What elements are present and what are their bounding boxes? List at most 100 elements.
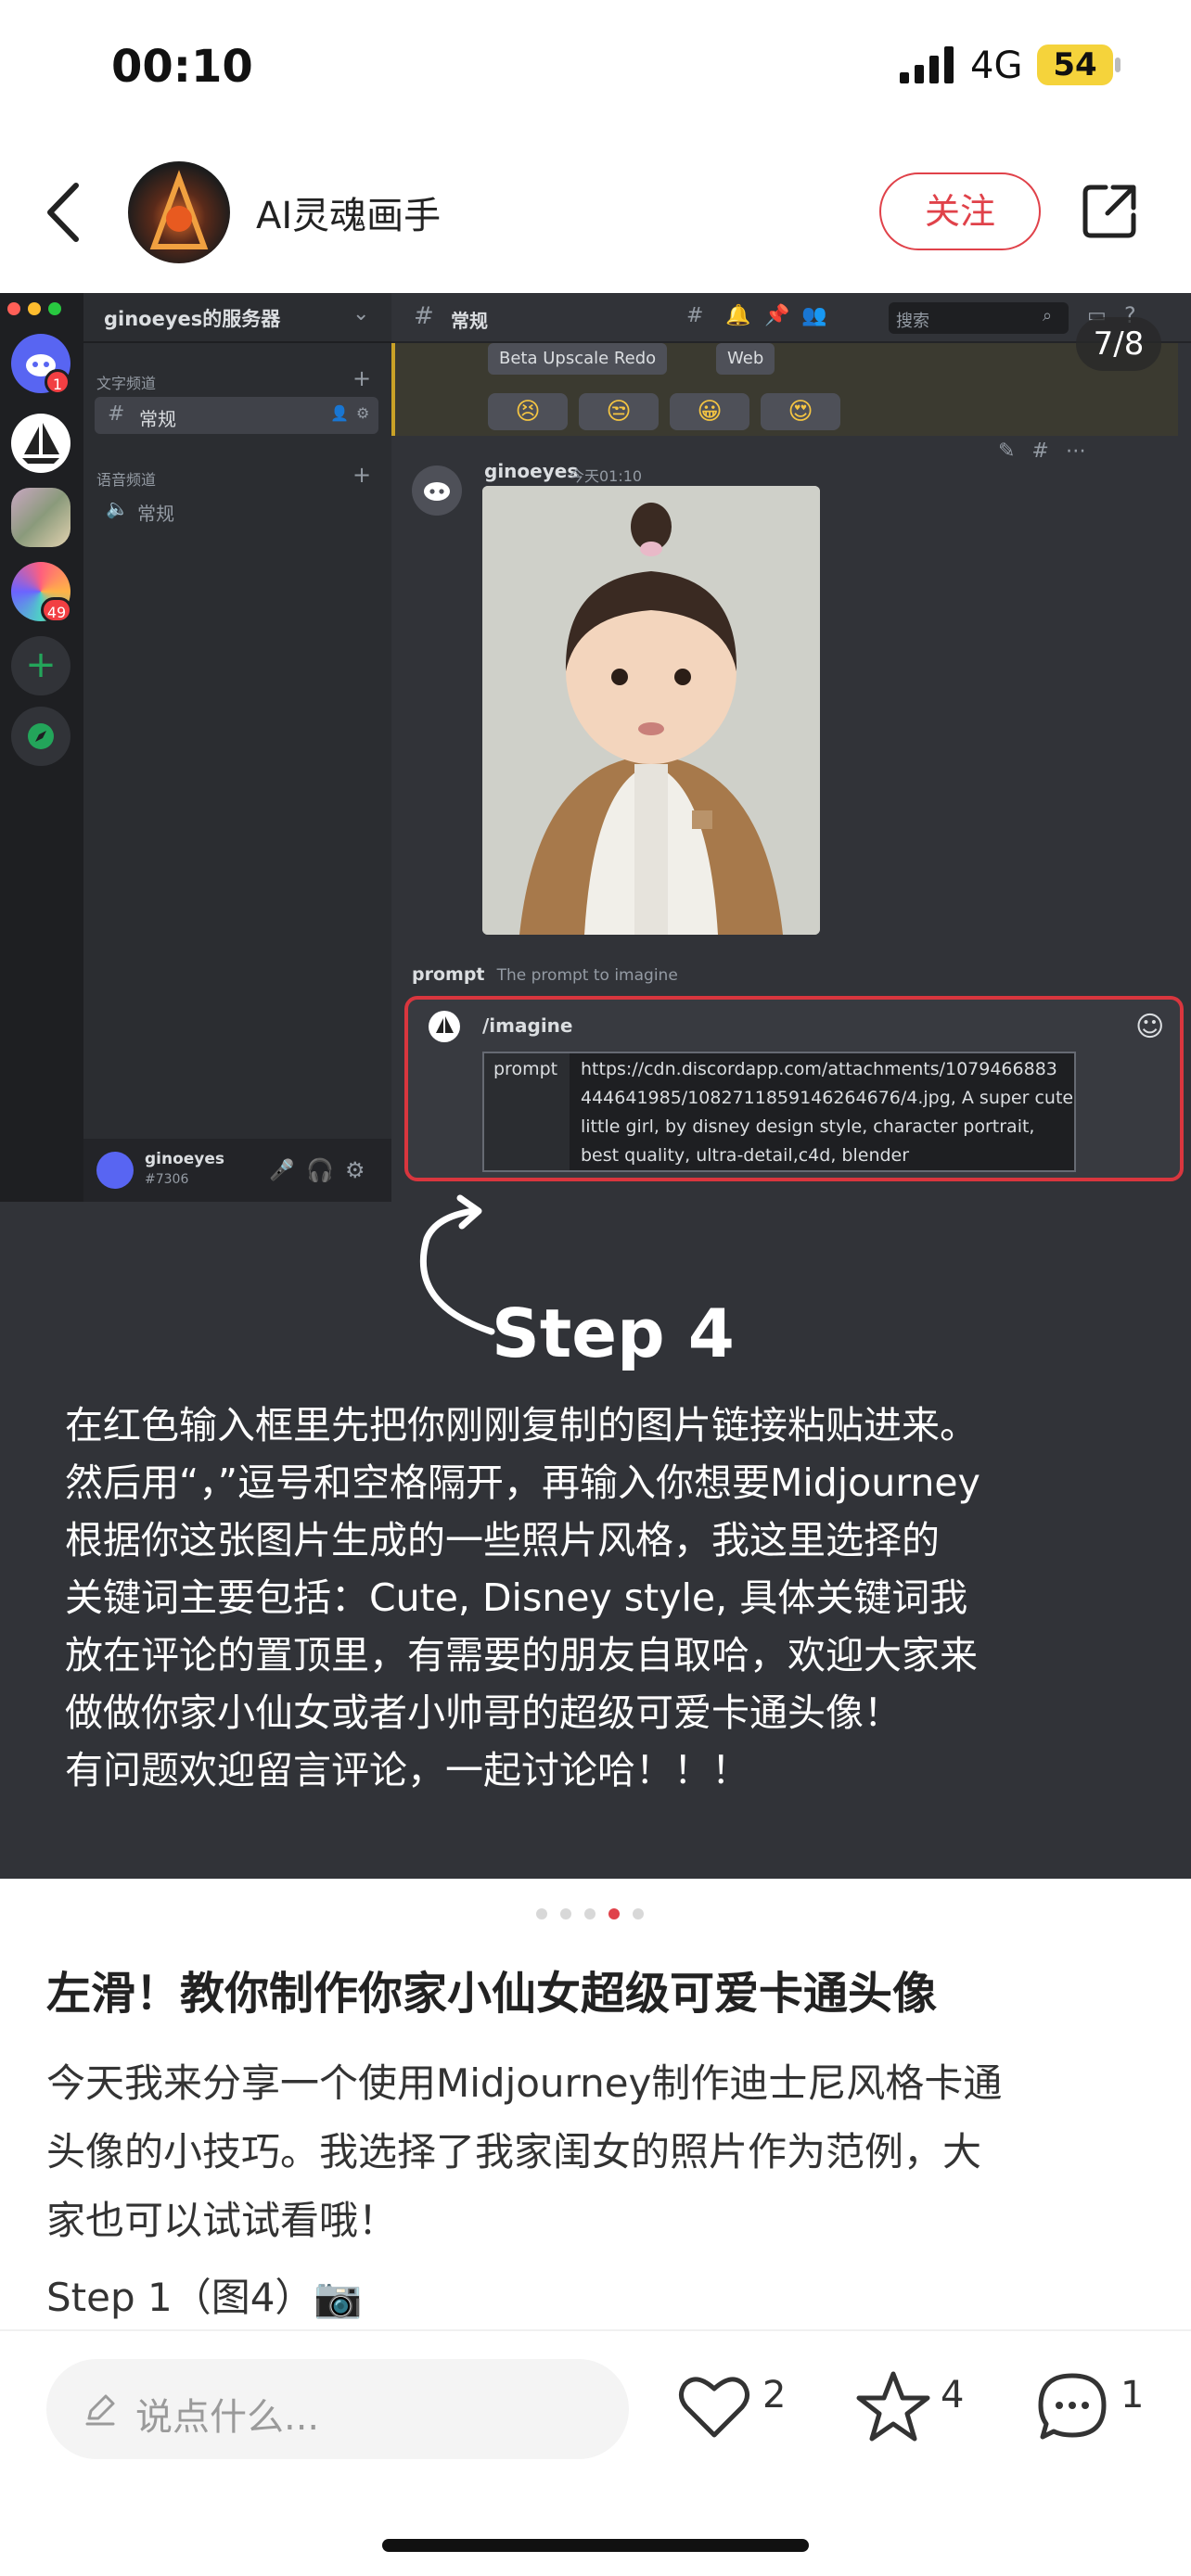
prompt-line: 444641985/1082711859146264676/4.jpg, A s… [581, 1088, 1074, 1108]
bell-icon[interactable]: 🔔 [725, 304, 750, 327]
post-body-line: 头像的小技巧。我选择了我家闺女的照片作为范例，大 [46, 2129, 982, 2174]
server-badge: 49 [41, 597, 72, 623]
caption-line: 在红色输入框里先把你刚刚复制的图片链接粘贴进来。 [65, 1403, 978, 1447]
web-button[interactable]: Web [716, 343, 775, 375]
comment-placeholder: 说点什么... [135, 2396, 320, 2439]
chevron-down-icon[interactable]: ⌄ [352, 302, 369, 325]
add-server-icon[interactable]: + [11, 636, 70, 695]
image-counter: 7/8 [1076, 317, 1161, 371]
author-name[interactable]: AI灵魂画手 [256, 185, 441, 239]
carousel-dot[interactable] [633, 1908, 644, 1919]
reaction-persevere[interactable]: 😣 [488, 393, 568, 430]
caption-line: 根据你这张图片生成的一些照片风格，我这里选择的 [65, 1518, 940, 1562]
screen: 00:10 4G 54 AI灵魂画手 关注 1 49 + ginoeyes的服务… [0, 0, 1191, 2576]
signal-icon [900, 46, 954, 83]
post-body-line: 家也可以试试看哦！ [46, 2198, 398, 2243]
battery-icon: 54 [1037, 45, 1113, 85]
carousel-dot[interactable] [536, 1908, 547, 1919]
add-voice-channel-icon[interactable]: + [352, 462, 371, 488]
reaction-unamused[interactable]: 😒 [579, 393, 659, 430]
carousel-dot-active[interactable] [608, 1908, 620, 1919]
favorite-count[interactable]: 4 [941, 2374, 964, 2417]
search-icon: ⌕ [1043, 306, 1053, 325]
text-category[interactable]: 文字频道 [96, 371, 156, 393]
step-label: Step 4 [492, 1294, 735, 1372]
discord-channel-list: ginoeyes的服务器 ⌄ 文字频道 + # 常规 👤 ⚙ 语音频道 + 🔈 … [83, 293, 391, 1202]
carousel-dot[interactable] [560, 1908, 571, 1919]
midjourney-server-icon[interactable] [11, 414, 70, 473]
post-image[interactable]: 1 49 + ginoeyes的服务器 ⌄ 文字频道 + # 常规 � [0, 293, 1191, 1879]
server-icon-colorful[interactable]: 49 [11, 562, 72, 623]
divider [83, 341, 391, 343]
voice-category[interactable]: 语音频道 [96, 467, 156, 490]
channel-name: 常规 [139, 408, 176, 430]
back-icon[interactable] [45, 180, 82, 245]
user-panel: ginoeyes #7306 🎤 🎧 ⚙ [83, 1139, 391, 1202]
window-maximize-icon [48, 302, 61, 315]
image-caption: 在红色输入框里先把你刚刚复制的图片链接粘贴进来。 然后用“，”逗号和空格隔开，再… [65, 1396, 1169, 1799]
post-body: 今天我来分享一个使用Midjourney制作迪士尼风格卡通 头像的小技巧。我选择… [46, 2049, 1150, 2255]
gear-icon[interactable]: ⚙ [356, 404, 369, 422]
imagine-prompt-input[interactable]: /imagine ☺ prompt https://cdn.discordapp… [404, 996, 1184, 1181]
author-avatar[interactable] [128, 161, 230, 263]
comment-count[interactable]: 1 [1121, 2374, 1144, 2417]
battery-nub [1115, 57, 1121, 72]
like-count[interactable]: 2 [762, 2374, 786, 2417]
window-minimize-icon [28, 302, 41, 315]
caption-line: 关键词主要包括：Cute, Disney style, 具体关键词我 [65, 1575, 968, 1620]
add-channel-icon[interactable]: + [352, 365, 371, 391]
share-icon[interactable] [1080, 182, 1139, 241]
discord-server-list: 1 49 + [0, 293, 83, 1202]
prompt-hint-label: prompt [412, 964, 485, 985]
server-name[interactable]: ginoeyes的服务器 [104, 304, 280, 332]
comment-input[interactable]: 说点什么... [46, 2359, 629, 2459]
explore-icon[interactable] [11, 707, 70, 766]
caption-line: 放在评论的置顶里，有需要的朋友自取哈，欢迎大家来 [65, 1633, 978, 1677]
message-avatar[interactable] [412, 465, 462, 516]
user-tag: #7306 [145, 1172, 189, 1187]
follow-button[interactable]: 关注 [879, 172, 1041, 250]
hash-icon: # [108, 402, 125, 426]
prompt-line: little girl, by disney design style, cha… [581, 1116, 1035, 1137]
settings-icon[interactable]: ⚙ [345, 1157, 365, 1183]
server-icon-floral[interactable] [11, 488, 70, 547]
message-time: 今天01:10 [570, 467, 643, 485]
message-actions[interactable]: ✎#⋯ [998, 440, 1103, 463]
prompt-field[interactable]: prompt https://cdn.discordapp.com/attach… [482, 1052, 1076, 1172]
carousel-dot[interactable] [584, 1908, 596, 1919]
discord-logo-icon [424, 482, 450, 501]
caption-line: 有问题欢迎留言评论，一起讨论哈！！！ [65, 1748, 749, 1792]
search-input[interactable]: 搜索 ⌕ [889, 302, 1069, 334]
post-body-line: 今天我来分享一个使用Midjourney制作迪士尼风格卡通 [46, 2060, 1003, 2106]
pin-icon[interactable]: 📌 [764, 304, 789, 327]
channel-item-general[interactable]: # 常规 👤 ⚙ [95, 397, 378, 434]
message-author[interactable]: ginoeyes [484, 460, 578, 482]
prompt-line: best quality, ultra-detail,c4d, blender [581, 1145, 910, 1166]
headphones-icon[interactable]: 🎧 [306, 1157, 334, 1183]
emoji-picker-icon[interactable]: ☺ [1135, 1011, 1164, 1043]
mic-muted-icon[interactable]: 🎤 [269, 1159, 294, 1182]
divider [0, 2329, 1191, 2331]
network-label: 4G [970, 45, 1023, 87]
user-avatar[interactable] [96, 1152, 134, 1189]
heart-icon[interactable] [677, 2374, 751, 2441]
imagine-command: /imagine [482, 1014, 573, 1037]
reaction-heart-eyes[interactable]: 😍 [761, 393, 840, 430]
prompt-hint-text: The prompt to imagine [496, 966, 678, 985]
voice-channel-name[interactable]: 常规 [137, 499, 174, 526]
caption-line: 做做你家小仙女或者小帅哥的超级可爱卡通头像！ [65, 1690, 902, 1735]
child-photo[interactable] [482, 486, 820, 935]
midjourney-bot-icon [429, 1011, 460, 1042]
comment-icon[interactable] [1035, 2370, 1109, 2444]
prompt-field-value[interactable]: https://cdn.discordapp.com/attachments/1… [581, 1055, 1073, 1170]
discord-home-icon[interactable]: 1 [11, 334, 70, 395]
star-icon[interactable] [855, 2370, 931, 2442]
hash-icon: # [414, 302, 434, 330]
invite-icon[interactable]: 👤 [330, 404, 349, 422]
upscale-redo-button[interactable]: Beta Upscale Redo [488, 343, 668, 375]
post-title: 左滑！教你制作你家小仙女超级可爱卡通头像 [46, 1968, 938, 2020]
threads-icon[interactable]: # [686, 304, 703, 327]
home-indicator[interactable] [382, 2539, 809, 2552]
members-icon[interactable]: 👥 [801, 304, 826, 327]
reaction-grin[interactable]: 😀 [670, 393, 749, 430]
